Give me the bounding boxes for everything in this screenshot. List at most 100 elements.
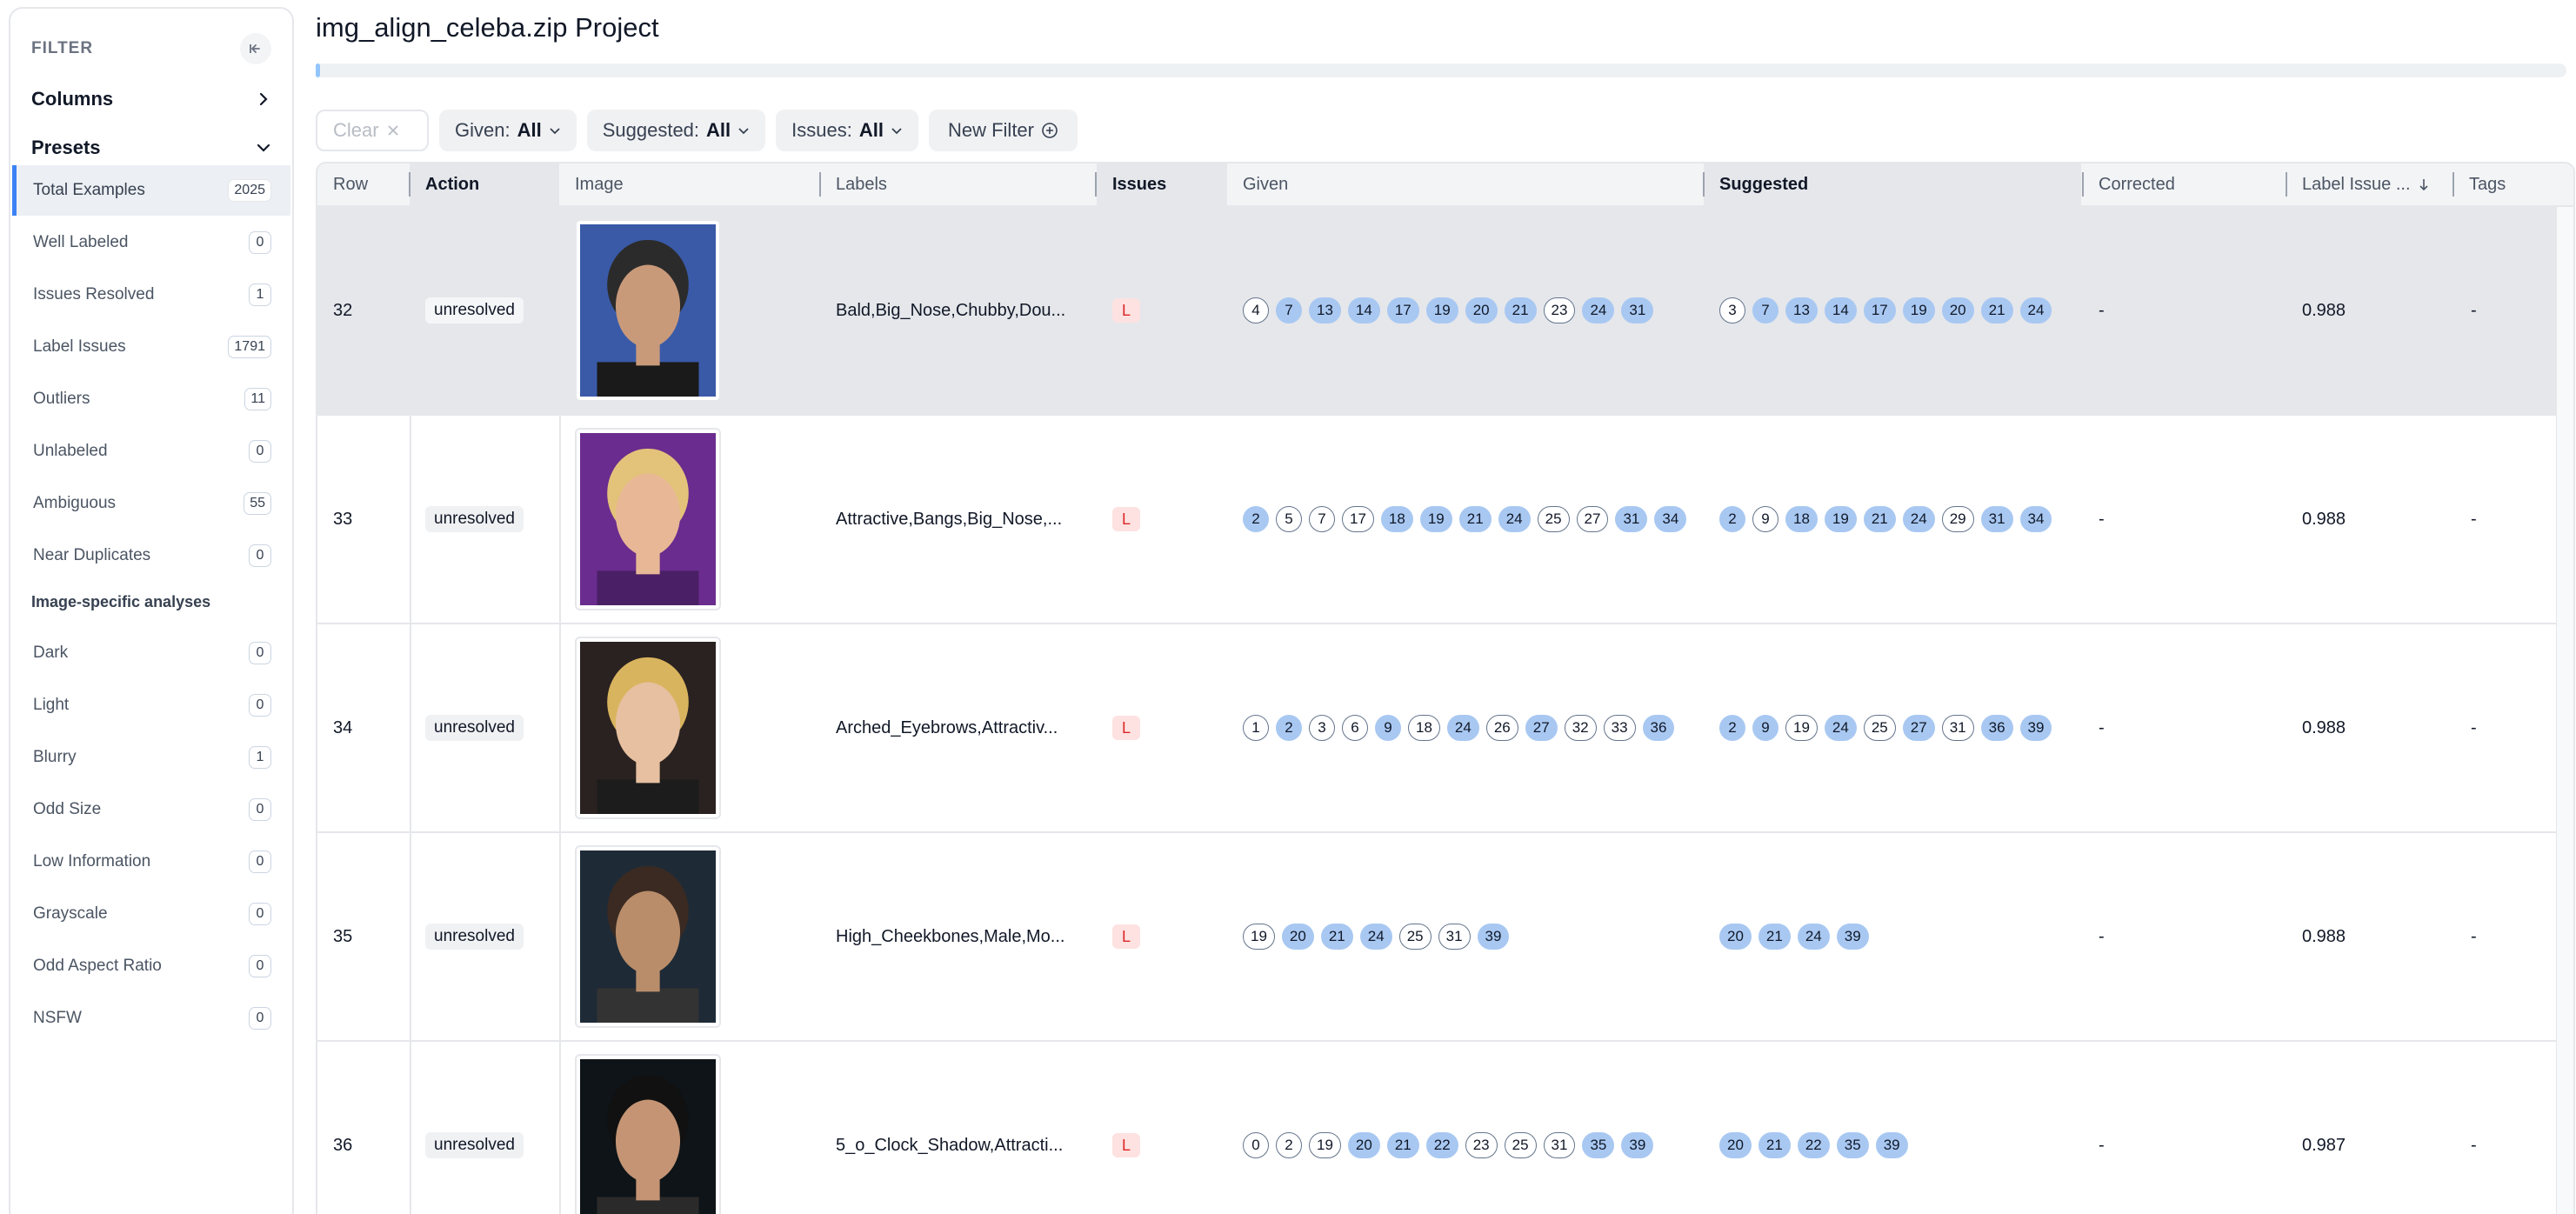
class-chip: 36 [1980, 715, 2013, 741]
class-chip: 23 [1465, 1132, 1498, 1158]
arrow-left-icon [250, 44, 260, 53]
columns-label: Columns [31, 88, 114, 110]
action-status-badge[interactable]: unresolved [425, 924, 524, 950]
tags-value: - [2471, 509, 2477, 529]
suggested-chips: 2 9 18 19 21 24 29 31 34 [1719, 506, 2052, 532]
class-chip: 24 [1797, 924, 1830, 950]
filter-sidebar: FILTER Columns Presets Total Examples 202… [9, 7, 294, 1214]
class-chip: 2 [1276, 1132, 1302, 1158]
table-row[interactable]: 33 unresolved Attractive,Bangs,Big_Nose,..… [317, 416, 2558, 624]
sidebar-item-unlabeled[interactable]: Unlabeled 0 [12, 426, 290, 477]
col-header-image[interactable]: Image [559, 163, 820, 205]
class-chip: 4 [1243, 297, 1269, 324]
class-chip: 6 [1342, 715, 1368, 741]
class-chip: 17 [1386, 297, 1419, 324]
image-thumbnail[interactable] [575, 428, 721, 610]
given-filter-label: Given: [455, 119, 511, 141]
col-header-labels[interactable]: Labels [820, 163, 1095, 205]
action-status-badge[interactable]: unresolved [425, 715, 524, 741]
chevron-down-icon [257, 143, 270, 152]
corrected-value: - [2099, 509, 2105, 529]
plus-circle-icon [1042, 123, 1058, 138]
corrected-value: - [2099, 300, 2105, 320]
sidebar-item-odd-aspect-ratio[interactable]: Odd Aspect Ratio 0 [12, 941, 290, 991]
presets-section-toggle[interactable]: Presets [31, 130, 271, 165]
column-divider[interactable] [1703, 172, 1705, 197]
table-row[interactable]: 34 unresolved Arched_Eyebrows,Attractiv...… [317, 624, 2558, 833]
col-header-tags[interactable]: Tags [2453, 163, 2558, 205]
collapse-sidebar-button[interactable] [240, 33, 271, 64]
column-divider[interactable] [819, 172, 821, 197]
column-divider[interactable] [1095, 172, 1097, 197]
class-chip: 32 [1564, 715, 1597, 741]
suggested-filter-label: Suggested: [602, 119, 700, 141]
class-chip: 24 [1902, 506, 1935, 532]
column-divider[interactable] [409, 172, 410, 197]
class-chip: 19 [1309, 1132, 1341, 1158]
column-divider[interactable] [2453, 172, 2454, 197]
class-chip: 24 [2019, 297, 2052, 324]
chevron-down-icon [891, 128, 902, 135]
label-issue-score: 0.987 [2302, 1135, 2346, 1155]
count-badge: 0 [249, 903, 271, 925]
given-filter-dropdown[interactable]: Given: All [439, 110, 577, 151]
action-status-badge[interactable]: unresolved [425, 1132, 524, 1158]
action-status-badge[interactable]: unresolved [425, 297, 524, 324]
class-chip: 18 [1408, 715, 1440, 741]
class-chip: 31 [1543, 1132, 1576, 1158]
class-chip: 39 [1477, 924, 1510, 950]
count-badge: 0 [249, 850, 271, 873]
image-thumbnail[interactable] [575, 637, 721, 819]
table-row[interactable]: 35 unresolved High_Cheekbones,Male,Mo... L 1… [317, 833, 2558, 1042]
suggested-chips: 20 21 24 39 [1719, 924, 1869, 950]
action-status-badge[interactable]: unresolved [425, 506, 524, 532]
suggested-filter-dropdown[interactable]: Suggested: All [586, 110, 766, 151]
sidebar-item-label: Odd Aspect Ratio [33, 957, 162, 975]
col-header-suggested[interactable]: Suggested [1704, 163, 2081, 205]
class-chip: 39 [1836, 924, 1869, 950]
col-header-given[interactable]: Given [1227, 163, 1702, 205]
sidebar-item-blurry[interactable]: Blurry 1 [12, 732, 290, 783]
sidebar-item-label: Well Labeled [33, 233, 129, 251]
col-header-corrected[interactable]: Corrected [2083, 163, 2286, 205]
table-row[interactable]: 36 unresolved 5_o_Clock_Shadow,Attracti...… [317, 1042, 2558, 1214]
sidebar-item-nsfw[interactable]: NSFW 0 [12, 993, 290, 1044]
columns-section-toggle[interactable]: Columns [31, 82, 271, 117]
col-header-label-issue-score[interactable]: Label Issue ... [2286, 163, 2434, 205]
image-thumbnail[interactable] [575, 219, 721, 402]
suggested-chips: 3 7 13 14 17 19 20 21 24 [1719, 297, 2052, 324]
sidebar-item-low-information[interactable]: Low Information 0 [12, 837, 290, 887]
image-thumbnail[interactable] [575, 845, 721, 1028]
sidebar-item-outliers[interactable]: Outliers 11 [12, 374, 290, 424]
table-row[interactable]: 32 unresolved Bald,Big_Nose,Chubby,Dou... L… [317, 207, 2558, 416]
sidebar-item-label-issues[interactable]: Label Issues 1791 [12, 322, 290, 372]
col-header-issues[interactable]: Issues [1097, 163, 1227, 205]
count-badge: 0 [249, 544, 271, 567]
column-divider[interactable] [2082, 172, 2084, 197]
column-divider[interactable] [2286, 172, 2287, 197]
clear-filters-button[interactable]: Clear [316, 110, 429, 151]
sidebar-item-near-duplicates[interactable]: Near Duplicates 0 [12, 530, 290, 581]
image-thumbnail[interactable] [575, 1054, 721, 1214]
sidebar-item-light[interactable]: Light 0 [12, 680, 290, 730]
issues-filter-value: All [858, 119, 884, 141]
class-chip: 27 [1525, 715, 1558, 741]
sidebar-item-total-examples[interactable]: Total Examples 2025 [12, 165, 290, 216]
given-chips: 19 20 21 24 25 31 39 [1243, 924, 1510, 950]
class-chip: 7 [1276, 297, 1302, 324]
sidebar-item-issues-resolved[interactable]: Issues Resolved 1 [12, 270, 290, 320]
sidebar-item-ambiguous[interactable]: Ambiguous 55 [12, 478, 290, 529]
sidebar-item-odd-size[interactable]: Odd Size 0 [12, 784, 290, 835]
count-badge: 1 [249, 283, 271, 306]
col-header-action[interactable]: Action [410, 163, 559, 205]
issues-filter-dropdown[interactable]: Issues: All [776, 110, 918, 151]
new-filter-button[interactable]: New Filter [928, 110, 1078, 151]
col-header-row[interactable]: Row [317, 163, 410, 205]
vertical-scrollbar[interactable] [2556, 207, 2573, 1214]
label-issue-score: 0.988 [2302, 717, 2346, 737]
class-chip: 13 [1785, 297, 1818, 324]
sidebar-item-dark[interactable]: Dark 0 [12, 628, 290, 678]
sidebar-item-grayscale[interactable]: Grayscale 0 [12, 889, 290, 939]
sidebar-item-well-labeled[interactable]: Well Labeled 0 [12, 217, 290, 268]
sidebar-item-label: Outliers [33, 390, 90, 408]
